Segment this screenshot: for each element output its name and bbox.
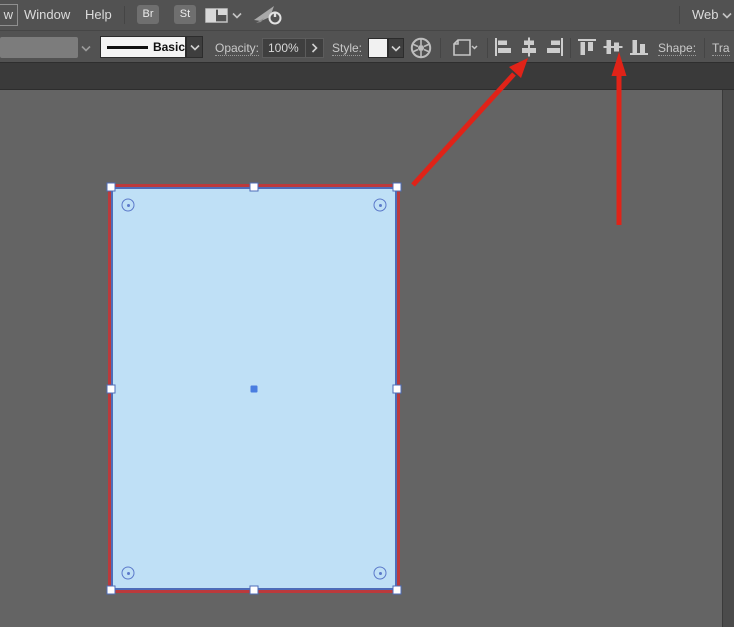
corner-widget-top-left[interactable] (121, 198, 135, 212)
menubar-separator (124, 6, 125, 24)
align-vertical-center-button[interactable] (602, 37, 624, 57)
align-vertical-top-button[interactable] (576, 37, 598, 57)
handle-top-center[interactable] (249, 182, 259, 192)
handle-bottom-right[interactable] (392, 585, 402, 595)
align-horizontal-center-icon (522, 37, 536, 57)
handle-middle-left[interactable] (106, 384, 116, 393)
brush-definition-value: Basic (152, 40, 185, 54)
chevron-down-icon (81, 45, 91, 52)
handle-top-right[interactable] (392, 182, 402, 192)
right-panel-edge (722, 90, 734, 627)
align-vertical-center-icon (603, 40, 623, 54)
align-vertical-bottom-icon (630, 40, 648, 55)
menu-item-view-clipped[interactable]: w (0, 4, 18, 26)
object-center-point[interactable] (250, 385, 258, 392)
shape-label[interactable]: Shape: (658, 41, 697, 56)
document-header-strip (0, 63, 734, 90)
brush-definition-chevron-button[interactable] (186, 36, 203, 58)
rocket-with-power-icon (254, 6, 282, 25)
handle-top-left[interactable] (106, 182, 116, 192)
control-bar: Basic Opacity: 100% Style: Shape: Tra (0, 30, 734, 63)
brush-definition-dropdown[interactable]: Basic (100, 36, 186, 58)
corner-widget-top-right[interactable] (373, 198, 387, 212)
menu-item-help[interactable]: Help (85, 0, 112, 30)
arrange-document-button[interactable] (449, 37, 479, 59)
align-vertical-top-icon (578, 39, 596, 55)
gpu-performance-button[interactable] (252, 4, 284, 26)
controlbar-separator (440, 38, 441, 58)
align-horizontal-center-button[interactable] (518, 37, 540, 57)
page-with-chevron-icon (453, 39, 478, 56)
align-horizontal-right-button[interactable] (544, 37, 566, 57)
style-swatch[interactable] (368, 38, 388, 58)
stock-button[interactable]: St (174, 5, 196, 24)
style-chevron-button[interactable] (388, 38, 404, 58)
menu-item-window[interactable]: Window (24, 0, 70, 30)
chevron-down-icon (189, 44, 200, 51)
workspace-layout-icon (205, 8, 228, 23)
menubar-separator (679, 6, 680, 24)
workspace-switcher-chevron[interactable] (721, 12, 732, 19)
chevron-down-icon (391, 45, 401, 52)
align-vertical-bottom-button[interactable] (628, 37, 650, 57)
opacity-field[interactable]: 100% (262, 38, 324, 58)
align-horizontal-left-icon (495, 38, 511, 56)
brush-stroke-preview (107, 45, 148, 49)
align-horizontal-left-button[interactable] (492, 37, 514, 57)
workspace-chevron-button[interactable] (231, 11, 243, 19)
corner-widget-bottom-left[interactable] (121, 566, 135, 580)
workspace-switcher[interactable]: Web (692, 0, 719, 30)
bridge-button[interactable]: Br (137, 5, 159, 24)
chevron-down-icon (721, 12, 732, 19)
chevron-right-icon (311, 43, 318, 53)
width-profile-dropdown[interactable] (0, 37, 78, 58)
opacity-value[interactable]: 100% (263, 41, 305, 55)
align-horizontal-right-icon (547, 38, 563, 56)
controlbar-separator (570, 38, 571, 58)
opacity-stepper-button[interactable] (305, 39, 323, 57)
handle-bottom-center[interactable] (249, 585, 259, 595)
controlbar-separator (704, 38, 705, 58)
menu-bar: w Window Help Br St Web (0, 0, 734, 30)
width-profile-chevron[interactable] (80, 44, 92, 52)
handle-bottom-left[interactable] (106, 585, 116, 595)
controlbar-separator (487, 38, 488, 58)
color-wheel-icon (410, 37, 432, 59)
style-label[interactable]: Style: (332, 41, 363, 56)
selected-rectangle[interactable] (106, 182, 402, 595)
handle-middle-right[interactable] (392, 384, 402, 393)
opacity-label[interactable]: Opacity: (215, 41, 260, 56)
recolor-artwork-button[interactable] (409, 36, 433, 60)
transform-label-clipped[interactable]: Tra (712, 41, 730, 56)
workspace-layout-button[interactable] (205, 8, 229, 23)
corner-widget-bottom-right[interactable] (373, 566, 387, 580)
chevron-down-icon (232, 12, 242, 19)
